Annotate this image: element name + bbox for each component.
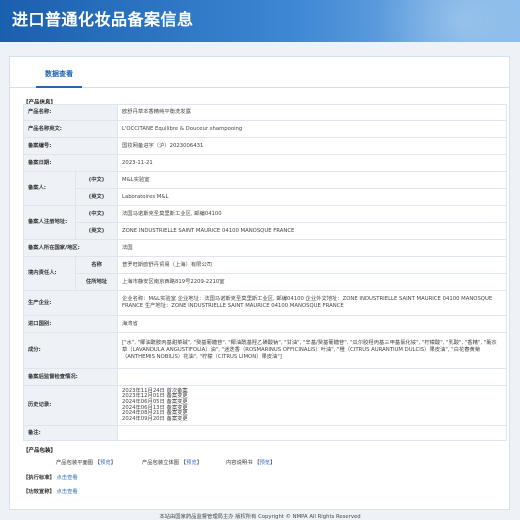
table-row: 历史记录: 2023年11月24日 首次备案 2023年12月01日 备案变更 … <box>23 385 507 426</box>
field-label: 备案人所在国家/地区: <box>23 239 118 257</box>
standard-row: 【执行标准】 点击查看 <box>23 473 78 481</box>
content-panel: 数据查看 【产品信息】 产品名称: 欧舒丹草本香精纯平衡洗发露 产品名称英文: … <box>9 56 510 510</box>
field-label: 备案编号: <box>23 137 118 155</box>
agent-address: 上海市静安区南京西路819号2209-2210室 <box>117 273 507 291</box>
tab-bar: 数据查看 <box>10 57 509 88</box>
field-label: 备案后监督检查情况: <box>23 368 118 386</box>
product-name-en: L'OCCITANE Equilibre & Douceur shampooin… <box>117 120 507 138</box>
packaging-label-preview-link[interactable]: 预览 <box>260 460 271 466</box>
reg-address-cn: 法国马诺斯克圣莫里斯工业区, 邮编04100 <box>117 205 507 223</box>
table-row: 进口国别: 海湾省 <box>23 315 507 333</box>
field-label: 备案人: <box>23 171 76 206</box>
postmarket-check <box>117 368 507 386</box>
footer-copyright: 本站由国家药品监督管理局主办 版权所有 Copyright © NMPA All… <box>159 514 361 520</box>
table-row: 备案人注册地址: (中文) 法国马诺斯克圣莫里斯工业区, 邮编04100 <box>23 205 507 240</box>
standard-view-link[interactable]: 点击查看 <box>56 475 77 481</box>
field-label: 历史记录: <box>23 385 118 426</box>
packaging-stereo: 产品包装立体图 【预览】 <box>142 460 203 466</box>
manufacturer-info: 企业名称：M&L实验室 企业地址：法国马诺斯克圣莫里斯工业区, 邮编04100 … <box>117 290 507 316</box>
lang-tag: (英文) <box>75 188 118 206</box>
field-label: 备案日期: <box>23 154 118 172</box>
packaging-stereo-preview-link[interactable]: 预览 <box>186 460 197 466</box>
history-list: 2023年11月24日 首次备案 2023年12月01日 备案变更 2024年0… <box>117 385 507 426</box>
standard-heading: 【执行标准】 <box>23 475 55 481</box>
remark-value <box>117 425 507 441</box>
registrant-cn: M&L实验室 <box>117 171 507 189</box>
efficacy-view-link[interactable]: 点击查看 <box>56 489 77 495</box>
field-label: 境内责任人: <box>23 256 76 291</box>
table-row: 备案日期: 2023-11-21 <box>23 154 507 172</box>
packaging-label-label: 内容说明书 <box>226 460 253 466</box>
efficacy-row: 【功效宣称】 点击查看 <box>23 487 78 495</box>
page-title: 进口普通化妆品备案信息 <box>12 10 194 29</box>
sub-tag: 住所地址 <box>75 273 118 291</box>
packaging-heading: 【产品包装】 <box>23 448 57 454</box>
banner-decoration <box>320 0 520 42</box>
packaging-plan: 产品包装平面图 【预览】 <box>56 460 117 466</box>
registration-number: 国妆网备进字（沪）2023006431 <box>117 137 507 155</box>
agent-name: 普罗旺斯欧舒丹贸易（上海）有限公司 <box>117 256 507 274</box>
efficacy-heading: 【功效宣称】 <box>23 489 55 495</box>
lang-tag: (中文) <box>75 205 118 223</box>
header-banner: 进口普通化妆品备案信息 <box>0 0 520 42</box>
table-row: 产品名称: 欧舒丹草本香精纯平衡洗发露 <box>23 104 507 121</box>
ingredients-list: ["水", "椰油酰胺丙基甜菜碱", "癸基葡糖苷", "椰油酰基羟乙磺酸钠",… <box>117 332 507 369</box>
table-row: (英文) ZONE INDUSTRIELLE SAINT MAURICE 041… <box>24 222 507 240</box>
packaging-plan-label: 产品包装平面图 <box>56 460 94 466</box>
history-entry: 2024年09月20日 备案变更 <box>122 415 188 422</box>
field-label: 备注: <box>23 425 118 441</box>
table-row: 备案人所在国家/地区: 法国 <box>23 239 507 257</box>
table-row: 成分: ["水", "椰油酰胺丙基甜菜碱", "癸基葡糖苷", "椰油酰基羟乙磺… <box>23 332 507 369</box>
tab-data-view[interactable]: 数据查看 <box>36 65 82 88</box>
reg-address-en: ZONE INDUSTRIELLE SAINT MAURICE 04100 MA… <box>117 222 507 240</box>
field-label: 进口国别: <box>23 315 118 333</box>
product-info-table: 产品名称: 欧舒丹草本香精纯平衡洗发露 产品名称英文: L'OCCITANE E… <box>23 104 507 441</box>
lang-tag: (英文) <box>75 222 118 240</box>
table-row: 备案编号: 国妆网备进字（沪）2023006431 <box>23 137 507 155</box>
table-row: 住所地址 上海市静安区南京西路819号2209-2210室 <box>24 273 507 291</box>
registrant-en: Laboratoires M&L <box>117 188 507 206</box>
table-row: 产品名称英文: L'OCCITANE Equilibre & Douceur s… <box>23 120 507 138</box>
table-row: (英文) Laboratoires M&L <box>24 188 507 206</box>
field-label: 产品名称: <box>23 104 118 121</box>
field-label: 生产企业: <box>23 290 118 316</box>
table-row: 境内责任人: 名称 普罗旺斯欧舒丹贸易（上海）有限公司 <box>23 256 507 291</box>
import-country: 海湾省 <box>117 315 507 333</box>
registration-date: 2023-11-21 <box>117 154 507 172</box>
field-label: 成分: <box>23 332 118 369</box>
table-row: 备案后监督检查情况: <box>23 368 507 386</box>
packaging-plan-preview-link[interactable]: 预览 <box>100 460 111 466</box>
sub-tag: 名称 <box>75 256 118 274</box>
table-row: 备注: <box>23 425 507 441</box>
product-name-cn: 欧舒丹草本香精纯平衡洗发露 <box>117 104 507 121</box>
registrant-country: 法国 <box>117 239 507 257</box>
field-label: 备案人注册地址: <box>23 205 76 240</box>
table-row: 备案人: (中文) M&L实验室 <box>23 171 507 206</box>
lang-tag: (中文) <box>75 171 118 189</box>
table-row: 生产企业: 企业名称：M&L实验室 企业地址：法国马诺斯克圣莫里斯工业区, 邮编… <box>23 290 507 316</box>
packaging-label: 内容说明书 【预览】 <box>226 460 276 466</box>
packaging-stereo-label: 产品包装立体图 <box>142 460 180 466</box>
field-label: 产品名称英文: <box>23 120 118 138</box>
